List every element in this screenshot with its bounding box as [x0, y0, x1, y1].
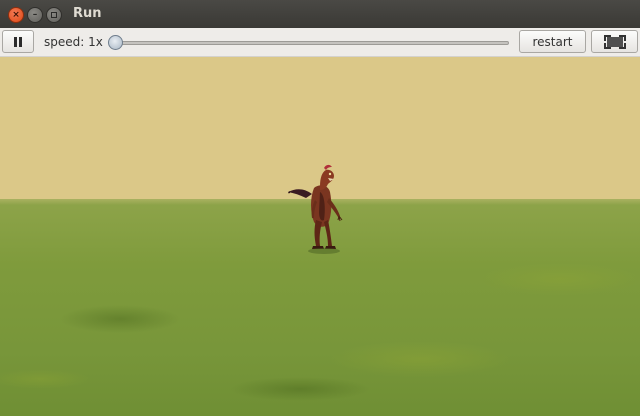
- minimize-icon[interactable]: –: [27, 7, 43, 23]
- scene-viewport[interactable]: [0, 57, 640, 416]
- window-title: Run: [73, 6, 102, 21]
- close-icon[interactable]: ×: [8, 7, 24, 23]
- speed-label: speed: 1x: [44, 35, 103, 49]
- fullscreen-icon: [603, 34, 626, 49]
- window-titlebar: × – Run: [0, 0, 640, 28]
- speed-slider-knob[interactable]: [108, 35, 123, 50]
- speed-slider-track[interactable]: [112, 41, 509, 45]
- toolbar: speed: 1x restart: [0, 28, 640, 57]
- raptor-creature: [288, 164, 343, 254]
- pause-button[interactable]: [2, 30, 34, 53]
- restart-button[interactable]: restart: [519, 30, 586, 53]
- maximize-icon[interactable]: [46, 7, 62, 23]
- fullscreen-button[interactable]: [591, 30, 638, 53]
- pause-icon: [14, 36, 22, 47]
